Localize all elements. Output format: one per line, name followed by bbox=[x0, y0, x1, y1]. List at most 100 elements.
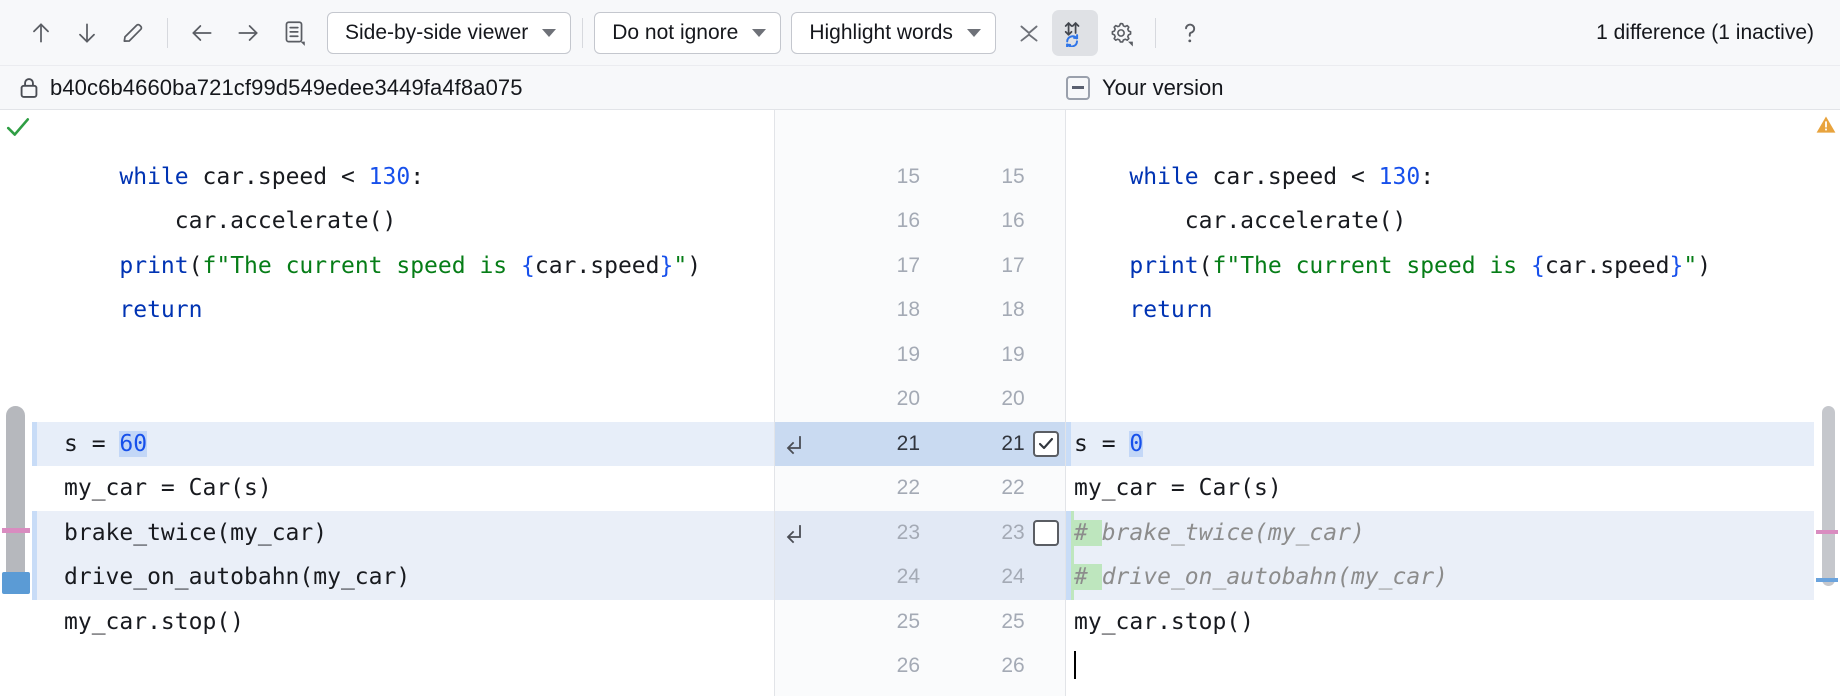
line-number-right: 15 bbox=[922, 155, 1027, 200]
code-token: print bbox=[119, 253, 188, 279]
code-line-left[interactable]: car.accelerate() bbox=[32, 199, 774, 244]
code-token: 130 bbox=[1379, 164, 1421, 190]
code-token: 60 bbox=[119, 431, 147, 457]
arrow-down-icon bbox=[74, 20, 100, 46]
code-line-right[interactable]: while car.speed < 130: bbox=[1066, 155, 1814, 200]
left-code-pane[interactable]: while car.speed < 130: car.accelerate() … bbox=[32, 110, 774, 696]
code-line-right[interactable] bbox=[1066, 110, 1814, 155]
line-number-right: 19 bbox=[922, 333, 1027, 378]
code-token: car.speed bbox=[1545, 253, 1670, 279]
code-token: ) bbox=[687, 253, 701, 279]
code-token: 130 bbox=[369, 164, 411, 190]
navigate-forward-button[interactable] bbox=[225, 10, 271, 56]
code-token bbox=[1074, 297, 1129, 323]
collapse-unchanged-button[interactable] bbox=[1006, 10, 1052, 56]
code-token: { bbox=[1531, 253, 1545, 279]
code-line-right[interactable] bbox=[1066, 377, 1814, 422]
gutter-rows: 1515161617171818191920202121222223232424… bbox=[775, 110, 1065, 689]
code-line-left[interactable]: drive_on_autobahn(my_car) bbox=[32, 555, 774, 600]
code-token: my_car = Car(s) bbox=[64, 475, 272, 501]
code-token: " bbox=[673, 253, 687, 279]
warning-triangle-icon bbox=[1815, 114, 1837, 136]
apply-change-arrow-icon[interactable] bbox=[775, 433, 810, 455]
accept-change-checkbox-cell[interactable] bbox=[1027, 431, 1065, 457]
right-vertical-scrollbar-thumb[interactable] bbox=[1822, 406, 1835, 586]
previous-difference-button[interactable] bbox=[18, 10, 64, 56]
arrow-right-icon bbox=[235, 20, 261, 46]
gutter-row: 2525 bbox=[775, 600, 1065, 645]
code-line-left[interactable]: my_car.stop() bbox=[32, 600, 774, 645]
highlight-mode-dropdown[interactable]: Highlight words bbox=[791, 12, 996, 54]
synchronize-scroll-icon bbox=[1061, 19, 1089, 47]
gutter-row: 2323 bbox=[775, 511, 1065, 556]
code-token: : bbox=[1420, 164, 1434, 190]
compare-files-button[interactable] bbox=[271, 10, 317, 56]
diff-settings-button[interactable] bbox=[1098, 10, 1144, 56]
next-difference-button[interactable] bbox=[64, 10, 110, 56]
line-number-right: 26 bbox=[922, 644, 1027, 689]
viewer-mode-dropdown[interactable]: Side-by-side viewer bbox=[327, 12, 571, 54]
checkbox-checked[interactable] bbox=[1033, 431, 1059, 457]
code-token: my_car.stop() bbox=[1074, 609, 1254, 635]
code-token: car.accelerate() bbox=[1074, 208, 1406, 234]
checkbox-unchecked[interactable] bbox=[1033, 520, 1059, 546]
modified-strip bbox=[32, 555, 37, 600]
collapse-minus-box-icon[interactable] bbox=[1066, 76, 1090, 100]
synchronize-scroll-button[interactable] bbox=[1052, 10, 1098, 56]
code-line-right[interactable]: # brake_twice(my_car) bbox=[1066, 511, 1814, 556]
gutter-row: 1717 bbox=[775, 244, 1065, 289]
code-line-right[interactable]: car.accelerate() bbox=[1066, 199, 1814, 244]
right-code-pane[interactable]: while car.speed < 130: car.accelerate() … bbox=[1066, 110, 1814, 696]
left-code-rows: while car.speed < 130: car.accelerate() … bbox=[32, 110, 774, 689]
code-token: car.speed < bbox=[1199, 164, 1379, 190]
code-line-right[interactable]: my_car = Car(s) bbox=[1066, 466, 1814, 511]
navigate-back-button[interactable] bbox=[179, 10, 225, 56]
line-number-left: 23 bbox=[810, 511, 922, 556]
code-token: ( bbox=[1199, 253, 1213, 279]
code-line-left[interactable] bbox=[32, 644, 774, 689]
code-token: print bbox=[1129, 253, 1198, 279]
code-line-left[interactable] bbox=[32, 110, 774, 155]
line-number-left: 20 bbox=[810, 377, 922, 422]
code-line-right[interactable] bbox=[1066, 333, 1814, 378]
right-code-rows: while car.speed < 130: car.accelerate() … bbox=[1066, 110, 1814, 689]
accept-change-checkbox-cell[interactable] bbox=[1027, 520, 1065, 546]
code-token: car.speed bbox=[535, 253, 660, 279]
code-line-left[interactable]: s = 60 bbox=[32, 422, 774, 467]
code-line-right[interactable]: return bbox=[1066, 288, 1814, 333]
viewer-mode-label: Side-by-side viewer bbox=[345, 21, 528, 45]
code-line-left[interactable]: brake_twice(my_car) bbox=[32, 511, 774, 556]
code-token: my_car.stop() bbox=[64, 609, 244, 635]
code-line-right[interactable]: my_car.stop() bbox=[1066, 600, 1814, 645]
code-line-right[interactable]: # drive_on_autobahn(my_car) bbox=[1066, 555, 1814, 600]
left-vertical-scrollbar-thumb[interactable] bbox=[6, 406, 25, 586]
ignore-policy-label: Do not ignore bbox=[612, 21, 738, 45]
line-number-left: 17 bbox=[810, 244, 922, 289]
code-line-left[interactable]: while car.speed < 130: bbox=[32, 155, 774, 200]
code-line-left[interactable] bbox=[32, 333, 774, 378]
ignore-policy-dropdown[interactable]: Do not ignore bbox=[594, 12, 781, 54]
code-token bbox=[64, 297, 119, 323]
code-token: " bbox=[1683, 253, 1697, 279]
code-line-right[interactable] bbox=[1066, 644, 1814, 689]
help-button[interactable] bbox=[1167, 10, 1213, 56]
modified-strip bbox=[32, 422, 37, 467]
code-line-right[interactable]: print(f"The current speed is {car.speed}… bbox=[1066, 244, 1814, 289]
modified-strip bbox=[1066, 555, 1071, 600]
apply-change-arrow-icon[interactable] bbox=[775, 522, 810, 544]
code-line-left[interactable]: my_car = Car(s) bbox=[32, 466, 774, 511]
code-line-left[interactable] bbox=[32, 377, 774, 422]
document-list-icon bbox=[281, 19, 307, 47]
right-error-stripe bbox=[1814, 110, 1840, 696]
code-token: 0 bbox=[1129, 431, 1143, 457]
code-line-left[interactable]: return bbox=[32, 288, 774, 333]
left-marker-modified bbox=[2, 528, 30, 533]
line-number-right: 21 bbox=[922, 422, 1027, 467]
left-revision-hash: b40c6b4660ba721cf99d549edee3449fa4f8a075 bbox=[50, 75, 523, 101]
line-number-gutter: 1515161617171818191920202121222223232424… bbox=[774, 110, 1066, 696]
code-line-right[interactable]: s = 0 bbox=[1066, 422, 1814, 467]
edit-source-button[interactable] bbox=[110, 10, 156, 56]
code-line-left[interactable]: print(f"The current speed is {car.speed}… bbox=[32, 244, 774, 289]
modified-strip bbox=[32, 511, 37, 556]
line-number-right: 17 bbox=[922, 244, 1027, 289]
